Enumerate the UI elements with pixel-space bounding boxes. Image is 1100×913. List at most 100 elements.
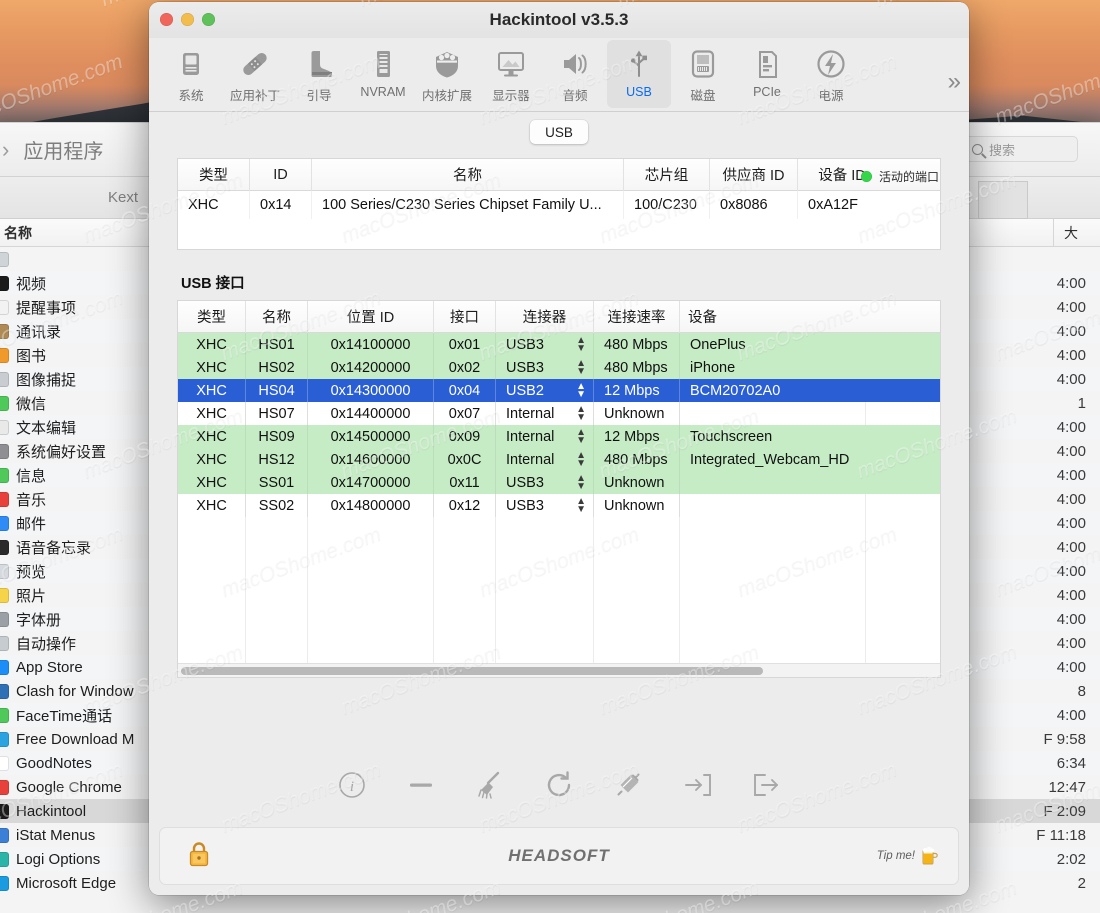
finder-search-field[interactable]: 搜索	[963, 136, 1078, 162]
stepper-arrows-icon[interactable]: ▲ ▼	[576, 381, 586, 399]
ports-horizontal-scrollbar[interactable]	[178, 663, 940, 677]
controller-col-header[interactable]: 供应商 ID	[710, 158, 798, 191]
ports-table-row[interactable]: XHC HS01 0x14100000 0x01 USB3 ▲ ▼ 480 Mbps OnePl…	[178, 333, 940, 356]
controller-cell: 0xA12F	[808, 197, 858, 213]
usb-ports-table[interactable]: 类型 名称 位置 ID 接口 连接器 连接速率 设备 XHC HS01 0x14100000 0x…	[177, 300, 941, 678]
scrollbar-thumb[interactable]	[181, 666, 764, 675]
toolbar-tab-label: USB	[626, 85, 652, 99]
ports-table-row[interactable]: XHC HS07 0x14400000 0x07 Internal ▲ ▼ Unknown	[178, 402, 940, 425]
toolbar-tab-kext[interactable]: 内核扩展	[415, 40, 479, 108]
port-connector-select[interactable]: Internal ▲ ▼	[496, 448, 594, 471]
ports-table-row[interactable]: XHC HS12 0x14600000 0x0C Internal ▲ ▼ 480 Mbps I…	[178, 448, 940, 471]
finder-item-date: 4:00	[1056, 346, 1086, 364]
port-location-id: 0x14200000	[308, 356, 434, 379]
ports-table-body[interactable]: XHC HS01 0x14100000 0x01 USB3 ▲ ▼ 480 Mbps OnePl…	[178, 333, 940, 663]
port-connector-select[interactable]: Internal ▲ ▼	[496, 425, 594, 448]
port-name: HS01	[246, 333, 308, 356]
controller-table-header: 类型 ID 名称 芯片组 供应商 ID 设备 ID	[178, 158, 940, 191]
ports-table-row[interactable]: XHC HS04 0x14300000 0x04 USB2 ▲ ▼ 12 Mbps BCM207…	[178, 379, 940, 402]
ports-table-row[interactable]: XHC HS02 0x14200000 0x02 USB3 ▲ ▼ 480 Mbps iPhon…	[178, 356, 940, 379]
finder-item-name: Free Download M	[16, 730, 135, 748]
stepper-arrows-icon[interactable]: ▲ ▼	[576, 427, 586, 445]
toolbar-tab-boot[interactable]: 引导	[287, 40, 351, 108]
app-icon	[0, 587, 9, 603]
stepper-arrows-icon[interactable]: ▲ ▼	[576, 473, 586, 491]
ports-table-row[interactable]: XHC SS02 0x14800000 0x12 USB3 ▲ ▼ Unknown	[178, 494, 940, 517]
controller-table-body[interactable]: XHC 0x14 100 Series/C230 Series Chipset Fa…	[178, 191, 940, 219]
toolbar-tab-audio[interactable]: 音频	[543, 40, 607, 108]
port-location-id-text: 0x14500000	[330, 428, 411, 445]
export-arrow-icon[interactable]	[751, 770, 781, 800]
ports-col-header[interactable]: 连接器	[496, 300, 594, 333]
toolbar-tab-nvram[interactable]: NVRAM	[351, 40, 415, 108]
toolbar-tab-patch[interactable]: 应用补丁	[223, 40, 287, 108]
port-type-text: XHC	[196, 474, 227, 491]
disk-icon	[688, 46, 718, 82]
syringe-icon[interactable]	[613, 770, 643, 800]
broom-icon[interactable]	[475, 770, 505, 800]
app-icon	[0, 515, 9, 531]
toolbar-tab-usb[interactable]: USB	[607, 40, 671, 108]
ports-col-header[interactable]: 位置 ID	[308, 300, 434, 333]
ports-col-header[interactable]: 连接速率	[594, 300, 680, 333]
controller-table-row[interactable]: XHC 0x14 100 Series/C230 Series Chipset Fa…	[178, 191, 940, 219]
finder-col-name[interactable]: 名称	[4, 223, 32, 243]
controller-col-header[interactable]: 芯片组	[624, 158, 710, 191]
stepper-arrows-icon[interactable]: ▲ ▼	[576, 335, 586, 353]
port-connector-select[interactable]: USB3 ▲ ▼	[496, 333, 594, 356]
controller-col-header[interactable]: 名称	[312, 158, 624, 191]
finder-item-date: 4:00	[1056, 658, 1086, 676]
sub-tab-bar[interactable]: USB	[149, 112, 969, 152]
toolbar-tab-disk[interactable]: 磁盘	[671, 40, 735, 108]
controller-col-header[interactable]: ID	[250, 158, 312, 191]
port-index: 0x07	[434, 402, 496, 425]
action-toolbar[interactable]: i	[149, 743, 969, 827]
ports-table-row[interactable]: XHC SS01 0x14700000 0x11 USB3 ▲ ▼ Unknown	[178, 471, 940, 494]
finder-col-size[interactable]: 大	[1053, 218, 1078, 247]
toolbar-tab-label: NVRAM	[360, 85, 406, 99]
stepper-arrows-icon[interactable]: ▲ ▼	[576, 358, 586, 376]
finder-item-date: 2	[1077, 874, 1086, 892]
window-footer: HEADSOFT Tip me!	[159, 827, 959, 885]
minus-icon[interactable]	[406, 770, 436, 800]
app-icon	[0, 683, 9, 699]
ports-col-header[interactable]: 名称	[246, 300, 308, 333]
stepper-arrows-icon[interactable]: ▲ ▼	[576, 450, 586, 468]
main-toolbar[interactable]: 系统 应用补丁 引导 NVRAM 内核扩展 显示器 音频 USB 磁盘 PCIe 电源 »	[149, 38, 969, 112]
port-speed: 480 Mbps	[594, 448, 680, 471]
app-icon	[0, 731, 9, 747]
ports-col-header[interactable]: 接口	[434, 300, 496, 333]
tab-usb[interactable]: USB	[530, 120, 588, 144]
usb-controller-table[interactable]: 类型 ID 名称 芯片组 供应商 ID 设备 ID XHC 0x14 100 Series/C…	[177, 158, 941, 250]
finder-item-date: 4:00	[1056, 514, 1086, 532]
toolbar-tab-power[interactable]: 电源	[799, 40, 863, 108]
port-connector-select[interactable]: Internal ▲ ▼	[496, 402, 594, 425]
port-location-id-text: 0x14200000	[330, 359, 411, 376]
ports-col-header[interactable]: 设备	[680, 301, 866, 333]
port-connector-select[interactable]: USB3 ▲ ▼	[496, 494, 594, 517]
ports-col-header[interactable]: 类型	[178, 300, 246, 333]
chevron-right-icon[interactable]: ›	[2, 137, 9, 163]
stepper-arrows-icon[interactable]: ▲ ▼	[576, 496, 586, 514]
finder-item-date: 4:00	[1056, 370, 1086, 388]
info-circle-icon[interactable]: i	[337, 770, 367, 800]
stepper-arrows-icon[interactable]: ▲ ▼	[576, 404, 586, 422]
toolbar-tab-display[interactable]: 显示器	[479, 40, 543, 108]
port-connector-select[interactable]: USB3 ▲ ▼	[496, 356, 594, 379]
port-connector-select[interactable]: USB2 ▲ ▼	[496, 379, 594, 402]
import-arrow-icon[interactable]	[682, 770, 712, 800]
toolbar-tab-system[interactable]: 系统	[159, 40, 223, 108]
hackintool-window[interactable]: Hackintool v3.5.3 系统 应用补丁 引导 NVRAM 内核扩展 显示器 音频…	[149, 2, 969, 895]
controller-col-header[interactable]: 类型	[178, 158, 250, 191]
port-connector-select[interactable]: USB3 ▲ ▼	[496, 471, 594, 494]
port-connector-select-text: Internal	[506, 451, 555, 468]
port-index-text: 0x0C	[447, 451, 482, 468]
toolbar-tab-pcie[interactable]: PCIe	[735, 40, 799, 108]
tip-me-button[interactable]: Tip me!	[877, 844, 938, 868]
ports-table-row[interactable]: XHC HS09 0x14500000 0x09 Internal ▲ ▼ 12 Mbps To…	[178, 425, 940, 448]
refresh-icon[interactable]	[544, 770, 574, 800]
bandage-icon	[240, 46, 270, 82]
toolbar-overflow-icon[interactable]: »	[948, 68, 961, 96]
finder-view-toggle[interactable]	[978, 181, 1028, 219]
app-icon	[0, 323, 9, 339]
